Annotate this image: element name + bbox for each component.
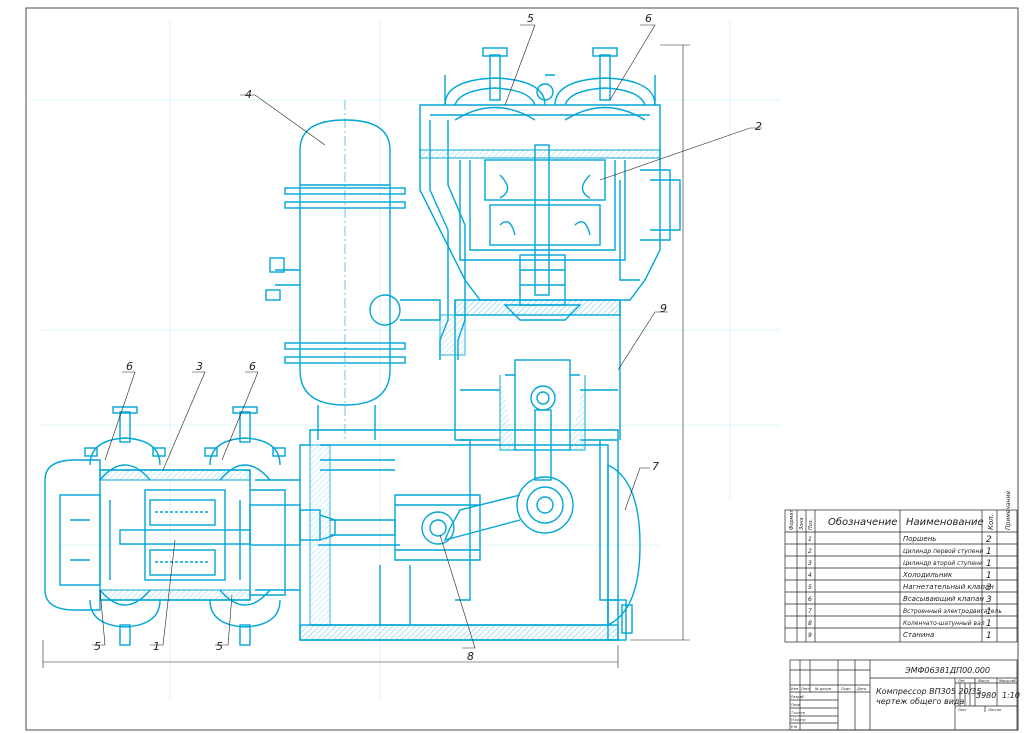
row-razrab: Разраб (791, 695, 804, 699)
spec-row-8-pos: 8 (808, 620, 812, 627)
doc-code: ЭМФ06381ДП00.000 (904, 666, 990, 675)
spec-row-8-qty: 1 (986, 619, 992, 629)
spec-row-1-name: Поршень (903, 535, 936, 543)
spec-row-9-name: Станина (903, 631, 934, 639)
callout-5-top: 5 (527, 12, 534, 25)
compressor-assembly (44, 47, 681, 646)
spec-row-2-pos: 2 (808, 548, 812, 555)
sheet-label: Лист (957, 708, 968, 712)
spec-row-4-name: Холодильник (902, 571, 953, 579)
scale-label: Масштаб (999, 679, 1016, 683)
spec-row-3-pos: 3 (808, 560, 812, 567)
spec-row-4-qty: 1 (986, 571, 992, 581)
spec-header-note: Примечание (1005, 491, 1012, 530)
spec-row-9-qty: 1 (986, 631, 992, 641)
callout-8: 8 (467, 650, 474, 663)
spec-row-5-pos: 5 (808, 584, 812, 591)
col-date: Дата (856, 687, 866, 691)
spec-row-3-name: Цилиндр второй ступени (903, 560, 983, 567)
spec-row-6-qty: 3 (986, 595, 992, 605)
spec-row-9-pos: 9 (808, 632, 812, 639)
callout-6-top: 6 (645, 12, 652, 25)
spec-header-pos: Поз. (808, 519, 814, 530)
spec-header-zone: Зона (799, 517, 805, 530)
callout-9: 9 (660, 302, 667, 315)
sheet-frame (25, 7, 1019, 731)
spec-row-4-pos: 4 (808, 572, 812, 579)
spec-header-designation: Обозначение (828, 516, 897, 528)
row-prov: Пров (791, 703, 800, 707)
col-list: Лист (800, 687, 811, 691)
sheets-label: Листов (987, 708, 1001, 712)
spec-row-2-qty: 1 (986, 547, 992, 557)
callout-5-left: 5 (94, 640, 101, 653)
mass-label: Масса (978, 679, 989, 683)
callout-2: 2 (755, 120, 762, 133)
side-valves (84, 406, 286, 646)
callout-5-mid: 5 (216, 640, 223, 653)
drawing-title-line2: чертеж общего вида (876, 697, 964, 706)
leader-lines (92, 24, 762, 649)
callout-6-left: 6 (126, 360, 133, 373)
row-tkontr: Т.контр (791, 711, 806, 715)
callout-3: 3 (196, 360, 203, 373)
mass-value: 3980 (976, 691, 996, 700)
spec-row-8-name: Коленчато-шатунный вал (903, 620, 985, 627)
spec-header-format: Формат (789, 509, 795, 530)
row-nkontr: Н.контр (791, 718, 806, 722)
spec-row-2-name: Цилиндр первой ступени (903, 548, 983, 555)
callout-4: 4 (245, 88, 252, 101)
callout-7: 7 (652, 460, 659, 473)
spec-header-qty: Кол. (987, 514, 995, 530)
row-utv: Утв (791, 725, 797, 729)
callout-6-mid: 6 (249, 360, 256, 373)
col-ndoc: № докум (814, 687, 831, 691)
horizontal-cylinder (44, 459, 300, 611)
spec-row-1-qty: 2 (986, 535, 992, 545)
upper-valves (444, 47, 656, 121)
cooler (265, 100, 441, 440)
spec-header-name: Наименование (906, 517, 984, 528)
spec-row-3-qty: 1 (986, 559, 992, 569)
col-sign: Подп (841, 687, 851, 691)
spec-row-7-qty: 1 (986, 607, 992, 617)
spec-row-6-name: Всасывающий клапан (903, 595, 984, 603)
spec-row-7-pos: 7 (808, 608, 812, 615)
crankshaft (249, 476, 574, 561)
crosshead-guide (499, 359, 586, 481)
spec-row-6-pos: 6 (808, 596, 812, 603)
callouts: 4 5 6 2 9 7 8 6 3 6 5 1 5 (94, 12, 762, 663)
spec-row-1-pos: 1 (808, 536, 812, 543)
scale-value: 1:10 (1002, 691, 1020, 700)
lit-label: Лит (957, 679, 966, 683)
title-block: ЭМФ06381ДП00.000 Компрессор ВП305 20/35 … (789, 659, 1020, 731)
drawing-sheet: 4 5 6 2 9 7 8 6 3 6 5 1 5 Формат Зона По… (25, 7, 1020, 731)
col-izm: Изм (791, 687, 798, 691)
drawing-title-line1: Компрессор ВП305 20/35 (876, 687, 982, 696)
callout-1: 1 (153, 640, 160, 653)
spec-row-5-qty: 3 (986, 583, 992, 593)
electric-motor (607, 464, 641, 641)
spec-row-5-name: Нагнетательный клапан (903, 583, 994, 591)
specification-table: Формат Зона Поз. Обозначение Наименовани… (784, 491, 1018, 643)
